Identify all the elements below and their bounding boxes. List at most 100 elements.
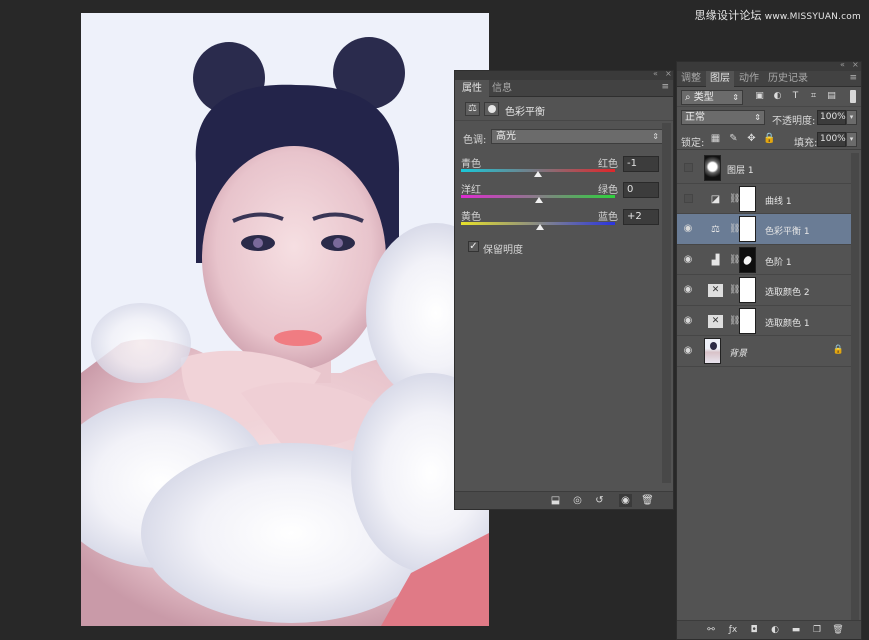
panel-collapse-bar[interactable]: « × [455,69,673,80]
document-canvas[interactable]: 思缘设计论坛 www.MISSYUAN.com « × 属性 信息 ≡ ⚖ 色彩平… [0,0,869,640]
layer-row[interactable]: ◉ 背景 🔒 [677,336,852,367]
properties-tabbar: 属性 信息 ≡ [455,80,673,97]
magenta-green-slider[interactable]: 洋红 绿色 0 [461,181,666,207]
tab-layers[interactable]: 图层 [706,71,734,87]
eye-icon[interactable]: ◉ [682,315,694,326]
shape-filter-icon[interactable]: ⌗ [808,91,819,102]
yellow-blue-slider[interactable]: 黄色 蓝色 +2 [461,208,666,234]
trash-icon[interactable]: 🗑 [832,624,844,636]
lock-position-icon[interactable]: ✥ [746,133,757,144]
layer-row[interactable]: ◉ ▟ ⛓ 色阶 1 [677,244,852,275]
layer-mask-thumbnail[interactable] [739,246,756,273]
lock-icon: 🔒 [832,345,844,355]
collapse-icon[interactable]: « [653,69,658,78]
panel-menu-icon[interactable]: ≡ [849,73,857,83]
cyan-red-slider[interactable]: 青色 红色 -1 [461,155,666,181]
chain-link-icon[interactable]: ⛓ [729,223,740,235]
preserve-luminosity-label: 保留明度 [483,245,523,256]
clip-to-layer-icon[interactable]: ⬓ [549,494,562,507]
pixel-filter-icon[interactable]: ▣ [754,91,765,102]
slider-thumb[interactable] [536,224,544,230]
slider-left-label: 洋红 [461,185,481,196]
new-adjustment-icon[interactable]: ◐ [769,624,781,636]
slider-right-label: 蓝色 [598,212,618,223]
preserve-luminosity-checkbox[interactable]: ✓ [468,241,479,252]
link-layers-icon[interactable]: ⚯ [705,624,717,636]
layer-name: 背景 [729,349,748,359]
panel-menu-icon[interactable]: ≡ [661,82,669,92]
adjustment-filter-icon[interactable]: ◐ [772,91,783,102]
tab-properties[interactable]: 属性 [455,80,489,97]
new-layer-icon[interactable]: ❐ [811,624,823,636]
tone-select[interactable]: 高光 ⇕ [491,129,664,144]
eye-icon[interactable]: ◉ [682,284,694,295]
new-group-icon[interactable]: ▬ [790,624,802,636]
close-icon[interactable]: × [852,60,859,69]
opacity-dropdown-arrow-icon[interactable]: ▾ [846,110,857,125]
properties-scrollbar[interactable] [662,123,671,483]
layer-row[interactable]: ◉ ✕ ⛓ 选取颜色 2 [677,275,852,306]
kind-filter-select[interactable]: ⌕ 类型 ⇕ [681,90,743,105]
layer-mask-thumbnail[interactable] [739,307,756,334]
layer-mask-thumbnail[interactable] [739,216,756,242]
tab-adjustments[interactable]: 调整 [677,71,705,87]
slider-thumb[interactable] [535,197,543,203]
tab-actions[interactable]: 动作 [735,71,763,87]
watermark: 思缘设计论坛 www.MISSYUAN.com [695,7,861,23]
layer-mask-thumbnail[interactable] [739,277,756,303]
layer-mask-icon[interactable] [484,102,499,116]
curves-icon: ◪ [710,193,721,205]
blend-mode-select[interactable]: 正常 ⇕ [681,110,765,125]
blend-mode-value: 正常 [685,112,705,123]
balance-scale-icon[interactable]: ⚖ [465,102,480,116]
trash-icon[interactable]: 🗑 [641,494,654,507]
lock-all-icon[interactable]: 🔒 [763,133,775,144]
eye-icon[interactable]: ◉ [682,223,694,234]
layers-scrollbar[interactable] [851,153,859,623]
lock-transparency-icon[interactable]: ▦ [710,133,721,144]
tab-info[interactable]: 信息 [485,80,519,97]
collapse-icon[interactable]: « [840,60,845,69]
panel-collapse-bar[interactable]: « × [677,60,861,71]
smart-object-filter-icon[interactable]: ▤ [826,91,837,102]
tone-label: 色调: [463,135,487,146]
layer-name: 选取颜色 1 [765,318,810,329]
opacity-field[interactable]: 100% [817,110,846,125]
layer-mask-thumbnail[interactable] [739,185,756,212]
fill-field[interactable]: 100% [817,132,846,147]
chain-link-icon[interactable]: ⛓ [729,193,740,205]
filter-toggle-switch[interactable] [850,90,856,103]
add-mask-icon[interactable]: ◘ [748,624,760,636]
eye-icon[interactable]: ◉ [682,254,694,265]
layer-row[interactable]: ◪ ⛓ 曲线 1 [677,183,852,214]
layer-name: 曲线 1 [765,196,792,207]
layer-row-selected[interactable]: ◉ ⚖ ⛓ 色彩平衡 1 [677,214,852,245]
chain-link-icon[interactable]: ⛓ [729,254,740,266]
slider-value-field[interactable]: +2 [623,209,659,225]
eye-icon[interactable] [684,163,693,172]
lock-pixels-icon[interactable]: ✎ [728,133,739,144]
close-icon[interactable]: × [665,69,672,78]
eye-icon[interactable] [684,193,693,203]
layers-panel: « × 调整 图层 动作 历史记录 ≡ ⌕ 类型 ⇕ ▣ ◐ T ⌗ ▤ 正常 … [676,60,862,640]
slider-value-field[interactable]: 0 [623,182,659,198]
slider-thumb[interactable] [534,171,542,177]
updown-arrow-icon: ⇕ [732,93,739,102]
photo-canvas-image[interactable] [81,13,489,626]
fill-dropdown-arrow-icon[interactable]: ▾ [846,132,857,147]
layers-footer: ⚯ ƒx ◘ ◐ ▬ ❐ 🗑 [677,620,861,639]
chain-link-icon[interactable]: ⛓ [729,315,740,327]
eye-icon[interactable]: ◉ [682,345,694,356]
layer-thumbnail [704,338,721,364]
view-previous-icon[interactable]: ◎ [571,494,584,507]
reset-icon[interactable]: ↺ [593,494,606,507]
layer-row[interactable]: 图层 1 [677,153,852,184]
tab-history[interactable]: 历史记录 [764,71,812,87]
fx-icon[interactable]: ƒx [727,624,739,636]
layer-row[interactable]: ◉ ✕ ⛓ 选取颜色 1 [677,305,852,336]
properties-header: ⚖ 色彩平衡 [455,97,673,121]
chain-link-icon[interactable]: ⛓ [729,284,740,296]
eye-icon[interactable]: ◉ [619,494,632,507]
slider-value-field[interactable]: -1 [623,156,659,172]
type-filter-icon[interactable]: T [790,91,801,102]
